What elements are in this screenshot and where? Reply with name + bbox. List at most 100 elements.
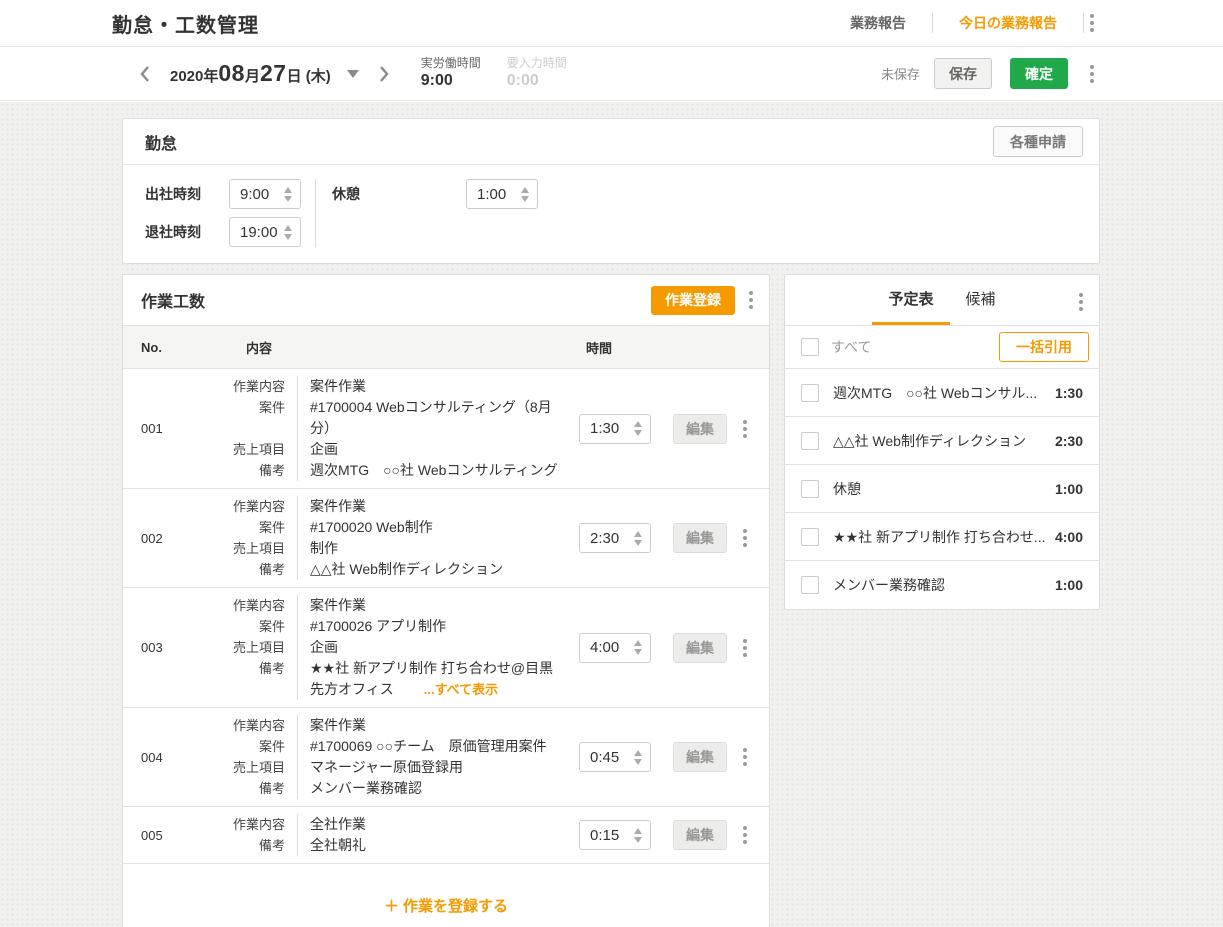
show-all-link[interactable]: ...すべて表示 xyxy=(424,682,498,697)
spinner-down-icon[interactable] xyxy=(634,836,642,843)
edit-button[interactable]: 編集 xyxy=(673,820,727,850)
spinner-up-icon[interactable] xyxy=(521,186,529,193)
field-label: 案件 xyxy=(258,739,285,754)
spinner-up-icon[interactable] xyxy=(634,749,642,756)
work-row-fields: 作業内容 案件作業 案件 #1700069 ○○チーム 原価管理用案件 売上項目 マネージ… xyxy=(219,715,561,799)
schedule-item-checkbox[interactable] xyxy=(801,527,819,546)
nav-gyomu-hokoku[interactable]: 業務報告 xyxy=(824,13,932,33)
spinner-down-icon[interactable] xyxy=(634,649,642,655)
edit-button[interactable]: 編集 xyxy=(673,523,727,553)
work-time-input[interactable]: 2:30 xyxy=(579,523,651,553)
spinner-down-icon[interactable] xyxy=(284,233,292,240)
field-label: 備考 xyxy=(258,781,285,796)
column-header-time: 時間 xyxy=(586,340,613,356)
edit-button[interactable]: 編集 xyxy=(673,742,727,772)
schedule-item-checkbox[interactable] xyxy=(801,431,819,450)
spinner-up-icon[interactable] xyxy=(634,530,642,537)
field-label: 作業内容 xyxy=(232,817,285,832)
work-time-input[interactable]: 1:30 xyxy=(579,413,651,444)
schedule-item-time: 1:30 xyxy=(1054,384,1083,401)
field-value: 全社作業 xyxy=(297,814,561,835)
confirm-button[interactable]: 確定 xyxy=(1010,58,1068,89)
field-value: #1700069 ○○チーム 原価管理用案件 xyxy=(297,736,561,757)
save-button[interactable]: 保存 xyxy=(934,58,992,89)
break-value: 1:00 xyxy=(477,185,507,203)
next-day-button[interactable] xyxy=(373,63,395,85)
spinner-icon[interactable] xyxy=(632,826,644,845)
spinner-icon[interactable] xyxy=(632,529,644,548)
work-table-header: No. 内容 時間 xyxy=(123,325,769,369)
spinner-down-icon[interactable] xyxy=(634,430,642,436)
bulk-quote-button[interactable]: 一括引用 xyxy=(999,332,1089,362)
attendance-title: 勤怠 xyxy=(145,135,178,153)
required-input-time-label: 要入力時間 xyxy=(506,56,567,70)
attendance-body: 出社時刻 9:00 退社時刻 19:00 休憩 1:00 xyxy=(123,165,1099,263)
spinner-up-icon[interactable] xyxy=(284,224,292,231)
kebab-menu-icon[interactable] xyxy=(737,416,753,442)
spinner-down-icon[interactable] xyxy=(284,195,292,202)
edit-button[interactable]: 編集 xyxy=(673,632,727,663)
kebab-menu-icon[interactable] xyxy=(737,635,753,661)
schedule-item: △△社 Web制作ディレクション 2:30 xyxy=(785,417,1099,465)
kebab-menu-icon[interactable] xyxy=(737,822,753,848)
tab-schedule[interactable]: 予定表 xyxy=(872,275,950,325)
clock-out-input[interactable]: 19:00 xyxy=(229,217,301,247)
spinner-down-icon[interactable] xyxy=(634,758,642,765)
schedule-item-time: 2:30 xyxy=(1054,432,1083,449)
kebab-menu-icon[interactable] xyxy=(1084,61,1100,87)
spinner-icon[interactable] xyxy=(519,185,531,204)
work-time-input[interactable]: 4:00 xyxy=(579,632,651,663)
field-value: 全社朝礼 xyxy=(297,835,561,856)
spinner-icon[interactable] xyxy=(632,748,644,767)
schedule-item-checkbox[interactable] xyxy=(801,383,819,402)
kebab-menu-icon[interactable] xyxy=(737,744,753,770)
work-row-fields: 作業内容 案件作業 案件 #1700020 Web制作 売上項目 制作 備考 △△社 Web制… xyxy=(219,496,561,580)
spinner-up-icon[interactable] xyxy=(634,827,642,834)
select-all-checkbox[interactable] xyxy=(801,338,819,356)
work-row-fields: 作業内容 案件作業 案件 #1700026 アプリ制作 売上項目 企画 備考 ★★社 新アプリ… xyxy=(219,595,561,700)
schedule-item-checkbox[interactable] xyxy=(801,576,819,594)
prev-day-button[interactable] xyxy=(134,63,156,85)
work-time-input[interactable]: 0:15 xyxy=(579,820,651,850)
clock-in-field: 出社時刻 9:00 xyxy=(145,179,301,209)
spinner-down-icon[interactable] xyxy=(634,539,642,546)
work-row: 001 作業内容 案件作業 案件 #1700004 Webコンサルティング（8月分） 売… xyxy=(123,369,769,489)
add-work-link[interactable]: ＋作業を登録する xyxy=(384,895,508,916)
work-time-input[interactable]: 0:45 xyxy=(579,742,651,772)
spinner-up-icon[interactable] xyxy=(634,640,642,646)
page-title: 勤怠・工数管理 xyxy=(112,14,259,37)
clock-in-input[interactable]: 9:00 xyxy=(229,179,301,209)
work-register-button[interactable]: 作業登録 xyxy=(651,285,735,315)
schedule-item-checkbox[interactable] xyxy=(801,479,819,498)
nav-todays-gyomu-hokoku[interactable]: 今日の業務報告 xyxy=(933,13,1083,33)
field-label: 備考 xyxy=(258,661,285,676)
date-display[interactable]: 2020年 08 月 27 日 (木) xyxy=(170,60,331,87)
applications-button[interactable]: 各種申請 xyxy=(993,126,1083,157)
spinner-icon[interactable] xyxy=(632,638,644,657)
spinner-icon[interactable] xyxy=(282,185,294,204)
schedule-item: 週次MTG ○○社 Webコンサル... 1:30 xyxy=(785,369,1099,417)
break-input[interactable]: 1:00 xyxy=(466,179,538,209)
spinner-up-icon[interactable] xyxy=(634,421,642,427)
kebab-menu-icon[interactable] xyxy=(1084,10,1100,36)
edit-button[interactable]: 編集 xyxy=(673,413,727,444)
tab-candidates[interactable]: 候補 xyxy=(950,275,1012,325)
top-nav: 業務報告 今日の業務報告 xyxy=(824,10,1100,36)
break-label: 休憩 xyxy=(332,186,360,202)
lower-columns: 作業工数 作業登録 No. 内容 時間 001 作業内容 案件作業 案件 #17000… xyxy=(122,274,1100,927)
schedule-item-label: メンバー業務確認 xyxy=(833,577,945,593)
required-input-time: 要入力時間 0:00 xyxy=(507,56,567,91)
spinner-icon[interactable] xyxy=(282,223,294,242)
field-label: 作業内容 xyxy=(232,379,285,394)
unsaved-status: 未保存 xyxy=(880,67,920,82)
kebab-menu-icon[interactable] xyxy=(743,287,759,313)
spinner-up-icon[interactable] xyxy=(284,186,292,193)
spinner-down-icon[interactable] xyxy=(521,195,529,202)
date-dropdown-caret-icon[interactable] xyxy=(346,69,359,78)
kebab-menu-icon[interactable] xyxy=(1073,289,1089,315)
date-year: 2020年 xyxy=(170,68,219,85)
plus-icon: ＋ xyxy=(383,898,399,915)
kebab-menu-icon[interactable] xyxy=(737,525,753,551)
work-time-value: 2:30 xyxy=(590,529,620,547)
spinner-icon[interactable] xyxy=(632,419,644,438)
